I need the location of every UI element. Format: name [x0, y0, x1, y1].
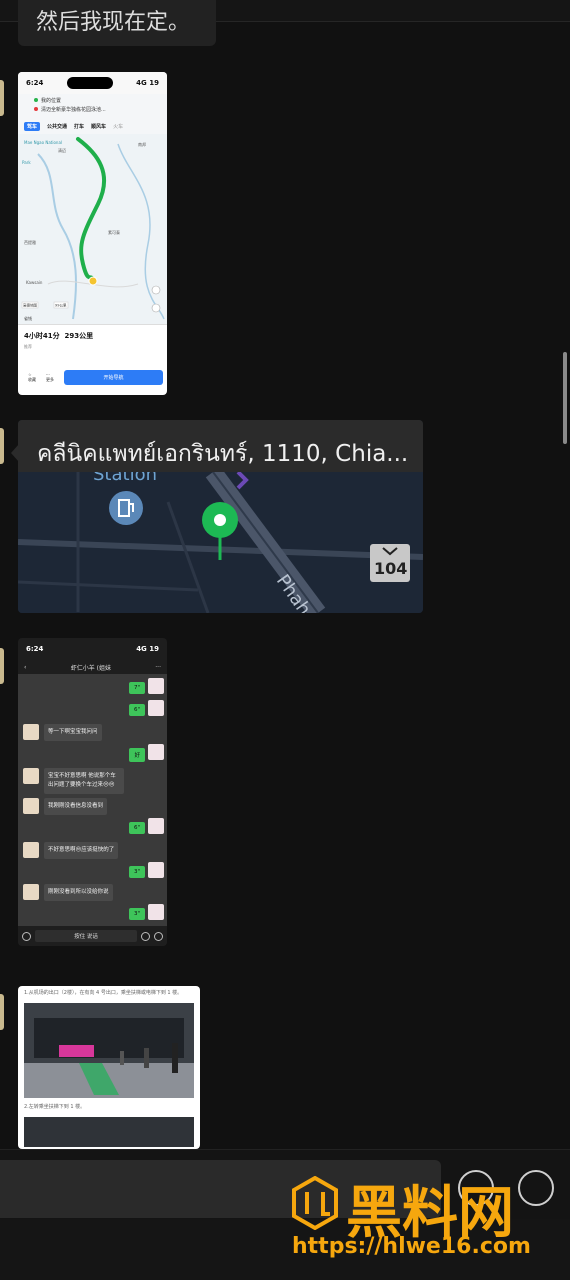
text-message: 等一下啊宝宝我问问 [44, 724, 102, 741]
plus-icon [154, 931, 163, 941]
trip-summary: 4小时41分 293公里 推荐 [18, 324, 167, 360]
trip-duration: 4小时41分 [24, 332, 60, 340]
tab-drive: 驾车 [24, 121, 41, 131]
avatar [148, 700, 164, 716]
svg-text:Mae Ngao National: Mae Ngao National [24, 140, 62, 145]
avatar[interactable] [0, 428, 4, 464]
start-navigation-button: 开始导航 [64, 370, 163, 385]
route-inputs: 我的位置 清迈全新豪华独栋花园泳池... [18, 94, 167, 118]
voice-icon [22, 931, 31, 941]
location-map: Station Phaho 104 [18, 472, 423, 613]
trip-note: 推荐 [24, 344, 32, 349]
tab-transit: 公共交通 [47, 123, 68, 130]
avatar [148, 862, 164, 878]
chat-screenshot-message[interactable]: 6:24 4G 19 ‹ 虾仁小羊 (姐妹 ··· 7" 6" 等一下啊宝宝我问… [18, 638, 167, 946]
svg-text:Kawsain: Kawsain [26, 280, 43, 285]
tab-carpool: 顺风车 [91, 123, 107, 130]
svg-text:104: 104 [374, 559, 407, 578]
map-screenshot-message[interactable]: 6:24 4G 19 我的位置 清迈全新豪华独栋花园泳池... 驾车 公共交通 … [18, 72, 167, 395]
avatar [23, 884, 39, 900]
chat-contact-name: 虾仁小羊 (姐妹 [70, 664, 111, 672]
watermark-url: https://hlwe16.com [292, 1234, 531, 1259]
svg-text:芭提雅: 芭提雅 [24, 239, 36, 245]
svg-text:南邦: 南邦 [138, 141, 146, 147]
chat-messages: 7" 6" 等一下啊宝宝我问问 好 宝宝不好意思啊 他说那个车出问题了要换个车过… [18, 674, 167, 926]
avatar[interactable] [0, 648, 4, 684]
svg-text:高德地图: 高德地图 [23, 303, 37, 308]
text-message: 我刚刚没看信息没看到 [44, 798, 108, 815]
press-to-talk-button: 按住 说话 [35, 930, 137, 942]
location-title: คลีนิคแพทย์เอกรินทร์, 1110, Chia... [37, 441, 409, 467]
avatar [148, 904, 164, 920]
voice-message: 6" [128, 704, 145, 716]
svg-text:Station: Station [93, 472, 157, 485]
location-title-bar: คลีนิคแพทย์เอกรินทร์, 1110, Chia... [18, 420, 423, 472]
text-message: 宝宝不好意思啊 他说那个车出问题了要换个车过来😔😔 [44, 768, 124, 794]
text-message: 刚刚没看到所以没给你说 [44, 884, 113, 901]
more-icon: ··· 更多 [46, 372, 54, 382]
phone-status-bar: 6:24 4G 19 [18, 72, 167, 94]
message-text: 然后我现在定。 [36, 10, 191, 35]
voice-message: 7" [128, 682, 145, 694]
plus-button[interactable] [518, 1170, 554, 1206]
avatar [23, 768, 39, 784]
document-screenshot-message[interactable]: 1.从机场的出口（2楼），在有向 4 号出口，乘坐扶梯或电梯下到 1 楼。 2.… [18, 986, 200, 1149]
avatar[interactable] [0, 994, 4, 1030]
avatar [23, 798, 39, 814]
voice-message: 6" [128, 822, 145, 834]
avatar[interactable] [0, 80, 4, 116]
airport-photo-graphic [24, 1003, 194, 1098]
tab-train: 火车 [113, 123, 124, 130]
destination-row: 清迈全新豪华独栋花园泳池... [34, 106, 167, 115]
route-map: Mae Ngao National Park 芭提雅 素可泰 Kawsain 清… [18, 134, 167, 324]
status-time: 6:24 [26, 645, 44, 653]
scrollbar-thumb[interactable] [563, 352, 567, 444]
location-message[interactable]: คลีนิคแพทย์เอกรินทร์, 1110, Chia... Stat… [18, 420, 423, 613]
trip-distance: 293公里 [64, 332, 94, 340]
status-signal: 4G 19 [136, 645, 159, 653]
doc-step-1: 1.从机场的出口（2楼），在有向 4 号出口，乘坐扶梯或电梯下到 1 楼。 [24, 990, 183, 996]
avatar [148, 678, 164, 694]
voice-message: 3" [128, 866, 145, 878]
avatar [148, 818, 164, 834]
avatar [148, 744, 164, 760]
back-chevron-icon: ‹ [24, 663, 27, 671]
status-signal: 4G 19 [136, 79, 159, 87]
airport-photo-2 [24, 1117, 194, 1147]
phone-status-bar: 6:24 4G 19 [18, 638, 167, 660]
svg-text:素可泰: 素可泰 [108, 229, 120, 235]
origin-row: 我的位置 [34, 97, 167, 106]
transport-mode-tabs: 驾车 公共交通 打车 顺风车 火车 [18, 118, 167, 134]
map-action-bar: ☆ 收藏 ··· 更多 开始导航 [18, 360, 167, 395]
text-message-bubble[interactable]: 然后我现在定。 [18, 0, 216, 46]
svg-text:Park: Park [22, 160, 31, 165]
watermark-logo-icon [292, 1176, 338, 1230]
voice-message: 3" [128, 908, 145, 920]
tab-taxi: 打车 [74, 123, 85, 130]
destination-dot-icon [34, 107, 38, 111]
favorite-star-icon: ☆ 收藏 [28, 372, 36, 382]
airport-photo [24, 1003, 194, 1098]
svg-text:99公里: 99公里 [55, 303, 67, 308]
avatar [23, 724, 39, 740]
chat-input-bar: 按住 说话 [18, 926, 167, 946]
doc-step-2: 2.左转乘坐扶梯下到 1 楼。 [24, 1104, 86, 1110]
emoji-icon [141, 931, 150, 941]
text-message: 不好意思啊😔应该挺快的了 [44, 842, 119, 859]
svg-text:清迈: 清迈 [58, 147, 66, 153]
origin-dot-icon [34, 98, 38, 102]
status-time: 6:24 [26, 79, 44, 87]
dynamic-island [66, 77, 113, 89]
route-map-graphic: Mae Ngao National Park 芭提雅 素可泰 Kawsain 清… [21, 137, 165, 321]
chat-header: ‹ 虾仁小羊 (姐妹 ··· [18, 660, 167, 674]
svg-text:省钱: 省钱 [24, 315, 32, 321]
more-icon: ··· [155, 663, 161, 671]
avatar [23, 842, 39, 858]
text-message: 好 [129, 748, 145, 762]
